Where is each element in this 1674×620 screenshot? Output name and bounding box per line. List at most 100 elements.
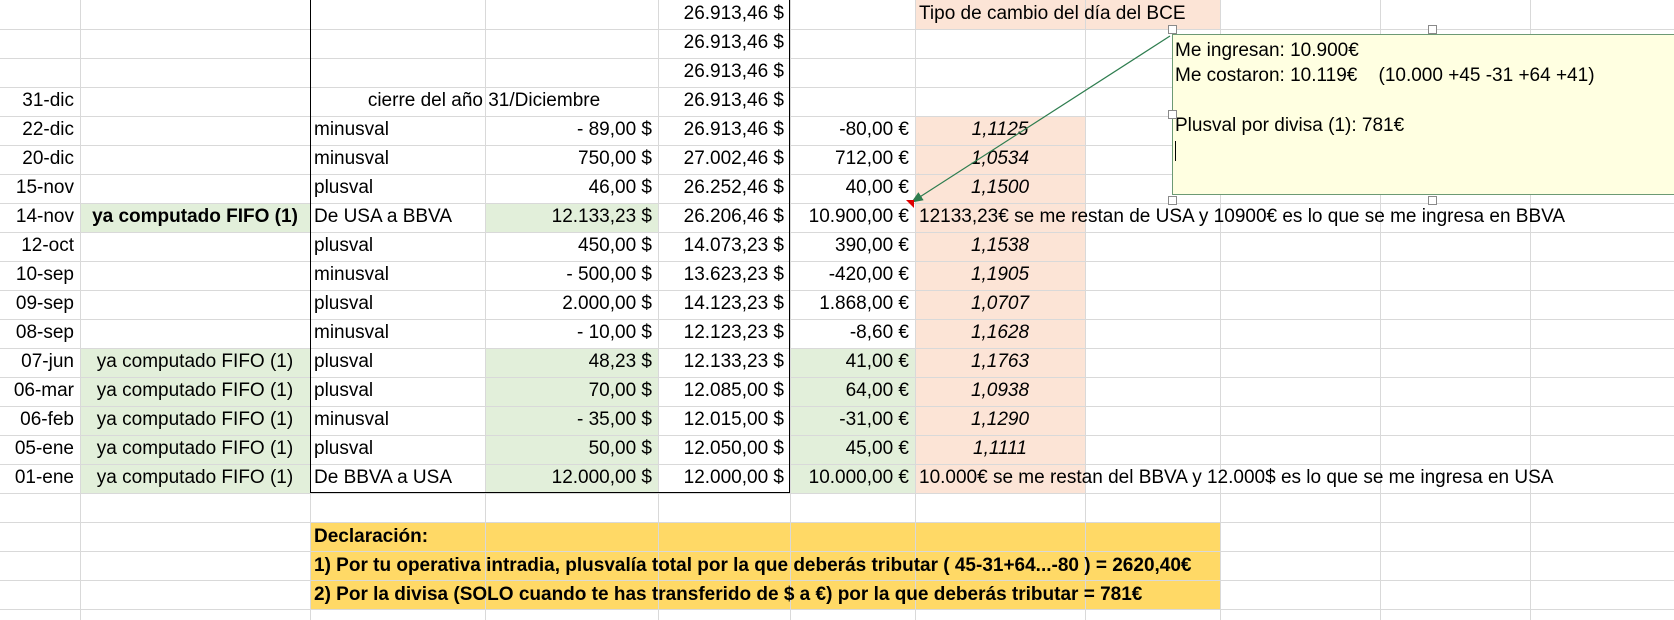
declaration-title[interactable]: Declaración: — [310, 523, 1210, 551]
date-cell[interactable]: 10-sep — [0, 261, 80, 289]
balance-cell[interactable]: 27.002,46 $ — [658, 145, 790, 173]
exchange-rate-cell[interactable]: 1,1628 — [915, 319, 1085, 347]
exchange-rate-cell[interactable]: 1,1111 — [915, 435, 1085, 463]
date-cell[interactable]: 07-jun — [0, 348, 80, 376]
balance-cell[interactable]: 26.913,46 $ — [658, 116, 790, 144]
usd-amount-cell[interactable]: 12.133,23 $ — [485, 203, 658, 231]
date-cell[interactable]: 15-nov — [0, 174, 80, 202]
date-cell[interactable]: 12-oct — [0, 232, 80, 260]
usd-amount-cell[interactable]: 750,00 $ — [485, 145, 658, 173]
eur-amount-cell[interactable]: 40,00 € — [790, 174, 915, 202]
date-cell[interactable]: 31-dic — [0, 87, 80, 115]
eur-amount-cell[interactable]: -31,00 € — [790, 406, 915, 434]
eur-amount-cell[interactable]: 64,00 € — [790, 377, 915, 405]
comment-box[interactable]: Me ingresan: 10.900€ Me costaron: 10.119… — [1172, 34, 1674, 195]
exchange-rate-cell[interactable]: 1,1290 — [915, 406, 1085, 434]
date-cell[interactable]: 01-ene — [0, 464, 80, 492]
usd-amount-cell[interactable]: 2.000,00 $ — [485, 290, 658, 318]
usd-amount-cell[interactable]: 46,00 $ — [485, 174, 658, 202]
declaration-line-2[interactable]: 2) Por la divisa (SOLO cuando te has tra… — [310, 581, 1210, 609]
exchange-rate-cell[interactable]: 1,1763 — [915, 348, 1085, 376]
exchange-rate-cell[interactable]: 1,1538 — [915, 232, 1085, 260]
balance-cell[interactable]: 12.015,00 $ — [658, 406, 790, 434]
usd-amount-cell[interactable]: 48,23 $ — [485, 348, 658, 376]
usd-amount-cell[interactable]: 50,00 $ — [485, 435, 658, 463]
concept-cell[interactable]: minusval — [310, 145, 485, 173]
fifo-cell[interactable]: ya computado FIFO (1) — [80, 377, 310, 405]
concept-cell[interactable]: plusval — [310, 290, 485, 318]
date-cell[interactable]: 09-sep — [0, 290, 80, 318]
concept-cell[interactable]: plusval — [310, 232, 485, 260]
date-cell[interactable]: 14-nov — [0, 203, 80, 231]
balance-cell[interactable]: 26.913,46 $ — [658, 58, 790, 86]
usd-amount-cell[interactable]: 70,00 $ — [485, 377, 658, 405]
concept-cell[interactable]: plusval — [310, 377, 485, 405]
eur-amount-cell[interactable]: 41,00 € — [790, 348, 915, 376]
balance-cell[interactable]: 26.206,46 $ — [658, 203, 790, 231]
eur-amount-cell[interactable]: 10.900,00 € — [790, 203, 915, 231]
balance-cell[interactable]: 26.913,46 $ — [658, 29, 790, 57]
exchange-rate-cell[interactable]: 1,0534 — [915, 145, 1085, 173]
exchange-rate-cell[interactable]: 1,0707 — [915, 290, 1085, 318]
concept-cell[interactable]: minusval — [310, 319, 485, 347]
fifo-cell[interactable]: ya computado FIFO (1) — [80, 348, 310, 376]
eur-amount-cell[interactable]: -80,00 € — [790, 116, 915, 144]
concept-cell[interactable]: plusval — [310, 435, 485, 463]
date-cell[interactable]: 08-sep — [0, 319, 80, 347]
comment-handle-tm[interactable] — [1428, 25, 1437, 34]
balance-cell[interactable]: 26.913,46 $ — [658, 0, 790, 28]
date-cell[interactable]: 20-dic — [0, 145, 80, 173]
eur-amount-cell[interactable]: 712,00 € — [790, 145, 915, 173]
concept-cell[interactable]: minusval — [310, 116, 485, 144]
eur-amount-cell[interactable]: 10.000,00 € — [790, 464, 915, 492]
usd-amount-cell[interactable]: - 500,00 $ — [485, 261, 658, 289]
concept-cell[interactable]: De BBVA a USA — [310, 464, 485, 492]
usd-amount-cell[interactable]: - 35,00 $ — [485, 406, 658, 434]
usd-amount-cell[interactable]: 450,00 $ — [485, 232, 658, 260]
exchange-rate-cell[interactable]: 1,0938 — [915, 377, 1085, 405]
usd-amount-cell[interactable]: - 89,00 $ — [485, 116, 658, 144]
concept-cell[interactable]: minusval — [310, 406, 485, 434]
exchange-rate-cell[interactable]: 1,1125 — [915, 116, 1085, 144]
balance-cell[interactable]: 26.252,46 $ — [658, 174, 790, 202]
date-cell[interactable]: 05-ene — [0, 435, 80, 463]
comment-handle-ml[interactable] — [1168, 110, 1177, 119]
eur-amount-cell[interactable]: 1.868,00 € — [790, 290, 915, 318]
balance-cell[interactable]: 12.085,00 $ — [658, 377, 790, 405]
concept-cell[interactable]: minusval — [310, 261, 485, 289]
balance-cell[interactable]: 14.123,23 $ — [658, 290, 790, 318]
comment-handle-bm[interactable] — [1428, 196, 1437, 205]
fifo-cell[interactable]: ya computado FIFO (1) — [80, 406, 310, 434]
transfer-note-cell[interactable]: 10.000€ se me restan del BBVA y 12.000$ … — [915, 464, 1553, 492]
eur-amount-cell[interactable]: 45,00 € — [790, 435, 915, 463]
fx-header-cell[interactable]: Tipo de cambio del día del BCE — [915, 0, 1235, 28]
eur-amount-cell[interactable]: -420,00 € — [790, 261, 915, 289]
declaration-line-1[interactable]: 1) Por tu operativa intradia, plusvalía … — [310, 552, 1210, 580]
eur-amount-cell[interactable]: -8,60 € — [790, 319, 915, 347]
balance-cell[interactable]: 12.133,23 $ — [658, 348, 790, 376]
eur-amount-cell[interactable]: 390,00 € — [790, 232, 915, 260]
balance-cell[interactable]: 12.123,23 $ — [658, 319, 790, 347]
date-cell[interactable]: 06-mar — [0, 377, 80, 405]
year-close-label[interactable]: cierre del año 31/Diciembre — [310, 87, 658, 115]
concept-cell[interactable]: De USA a BBVA — [310, 203, 485, 231]
comment-handle-tl[interactable] — [1168, 25, 1177, 34]
fifo-cell[interactable]: ya computado FIFO (1) — [80, 435, 310, 463]
fifo-cell[interactable]: ya computado FIFO (1) — [80, 464, 310, 492]
concept-cell[interactable]: plusval — [310, 174, 485, 202]
balance-cell[interactable]: 14.073,23 $ — [658, 232, 790, 260]
concept-cell[interactable]: plusval — [310, 348, 485, 376]
balance-cell[interactable]: 13.623,23 $ — [658, 261, 790, 289]
balance-cell[interactable]: 26.913,46 $ — [658, 87, 790, 115]
exchange-rate-cell[interactable]: 1,1905 — [915, 261, 1085, 289]
transfer-note-cell[interactable]: 12133,23€ se me restan de USA y 10900€ e… — [915, 203, 1565, 231]
balance-cell[interactable]: 12.000,00 $ — [658, 464, 790, 492]
date-cell[interactable]: 22-dic — [0, 116, 80, 144]
comment-handle-bl[interactable] — [1168, 196, 1177, 205]
usd-amount-cell[interactable]: - 10,00 $ — [485, 319, 658, 347]
fifo-cell[interactable]: ya computado FIFO (1) — [80, 203, 310, 231]
usd-amount-cell[interactable]: 12.000,00 $ — [485, 464, 658, 492]
balance-cell[interactable]: 12.050,00 $ — [658, 435, 790, 463]
date-cell[interactable]: 06-feb — [0, 406, 80, 434]
exchange-rate-cell[interactable]: 1,1500 — [915, 174, 1085, 202]
